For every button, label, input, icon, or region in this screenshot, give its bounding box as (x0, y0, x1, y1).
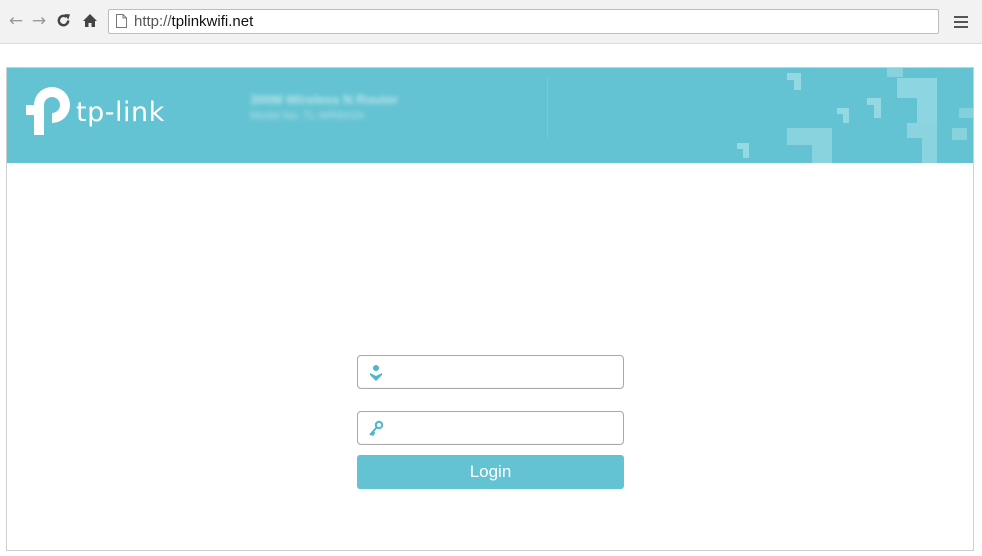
address-bar[interactable]: http://tplinkwifi.net (108, 9, 939, 34)
password-field[interactable] (357, 411, 624, 445)
model-number: Model No. TL-WR841N (250, 110, 365, 122)
key-icon (369, 420, 384, 437)
password-input[interactable] (390, 417, 619, 441)
browser-toolbar: ← → http://tplinkwifi.net (0, 0, 982, 44)
user-icon (370, 365, 382, 381)
header-divider (547, 76, 548, 138)
forward-button[interactable]: → (30, 11, 48, 31)
page-icon (116, 14, 127, 28)
home-button[interactable] (81, 11, 99, 31)
home-icon (83, 14, 97, 27)
url-host: tplinkwifi.net (171, 13, 254, 30)
model-title: 300M Wireless N Router (250, 92, 398, 107)
arrow-left-icon: ← (8, 11, 24, 31)
username-field[interactable] (357, 355, 624, 389)
url-protocol: http:// (134, 13, 172, 30)
router-page: tp-link 300M Wireless N Router Model No.… (6, 67, 974, 551)
tp-link-logo-icon (26, 87, 70, 135)
reload-icon (57, 13, 70, 27)
browser-menu-button[interactable] (951, 11, 973, 33)
header-decoration (737, 68, 973, 163)
back-button[interactable]: ← (7, 11, 25, 31)
model-info: 300M Wireless N Router Model No. TL-WR84… (250, 92, 398, 122)
login-button[interactable]: Login (357, 455, 624, 489)
reload-button[interactable] (54, 11, 72, 31)
username-input[interactable] (390, 361, 619, 385)
hamburger-menu-icon (954, 16, 968, 18)
url-text[interactable]: http://tplinkwifi.net (134, 13, 253, 30)
arrow-right-icon: → (31, 11, 47, 31)
brand-name: tp-link (76, 97, 165, 128)
page-header: tp-link 300M Wireless N Router Model No.… (7, 68, 973, 163)
